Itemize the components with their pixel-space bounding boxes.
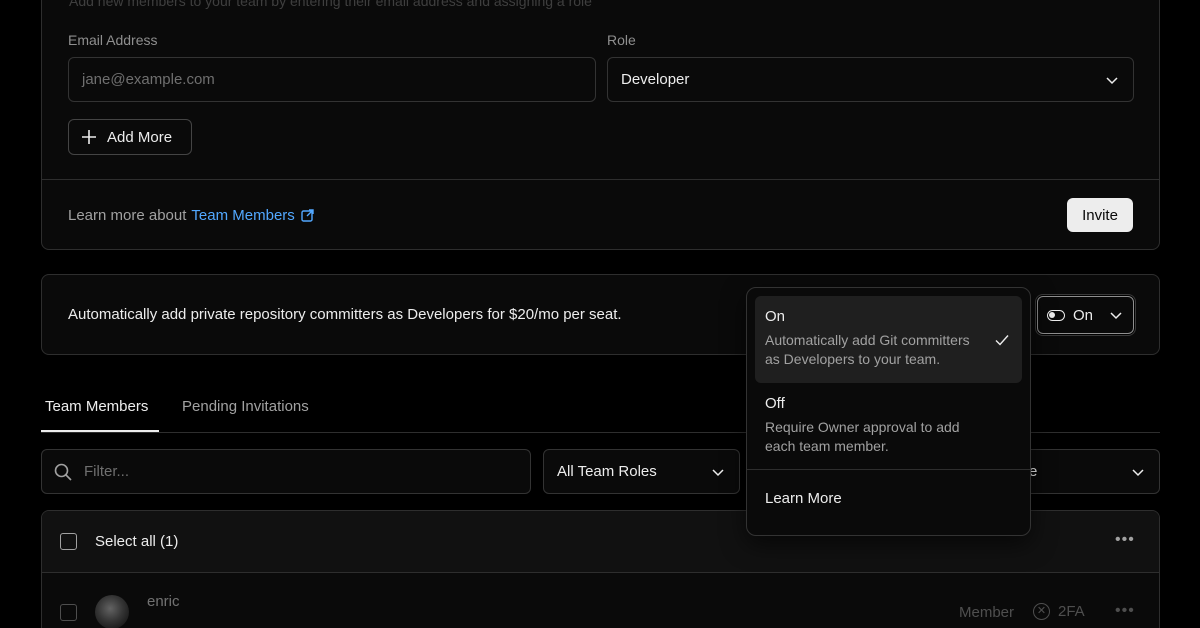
member-role: Member [959,604,1015,621]
chevron-down-icon [1130,464,1146,480]
search-icon [54,463,72,481]
chevron-down-icon [1104,72,1120,88]
role-label: Role [607,32,636,48]
member-name: enric [147,593,180,610]
add-more-button[interactable]: Add More [68,119,192,155]
active-tab-indicator [41,430,159,432]
menu-learn-more[interactable]: Learn More [755,470,1022,527]
toggle-value: On [1073,306,1094,324]
toggle-icon [1047,309,1065,321]
select-all-checkbox[interactable] [60,533,77,550]
team-members-link[interactable]: Team Members [191,206,314,224]
twofa-label: 2FA [1058,603,1085,620]
select-all-label: Select all (1) [95,533,179,550]
auto-add-dropdown-menu: On Automatically add Git committers as D… [746,287,1031,536]
role-select[interactable]: Developer [607,57,1134,102]
email-placeholder: jane@example.com [82,71,215,88]
filter-placeholder: Filter... [84,463,130,480]
auto-add-text: Automatically add private repository com… [68,306,622,323]
team-roles-value: All Team Roles [557,463,657,480]
invite-button[interactable]: Invite [1067,198,1133,232]
invite-description: Add new members to your team by entering… [69,0,592,9]
team-members-link-label: Team Members [191,206,295,224]
learn-prefix: Learn more about [68,206,187,224]
filter-input[interactable]: Filter... [41,449,531,494]
member-checkbox[interactable] [60,604,77,621]
more-icon[interactable]: ••• [1115,531,1135,549]
avatar [95,595,129,628]
external-link-icon [301,208,314,222]
chevron-down-icon [1108,307,1124,323]
team-roles-select[interactable]: All Team Roles [543,449,740,494]
auto-add-toggle-select[interactable]: On [1037,296,1134,334]
chevron-down-icon [710,464,726,480]
more-icon[interactable]: ••• [1115,602,1135,620]
tab-pending-invitations[interactable]: Pending Invitations [182,398,309,415]
email-label: Email Address [68,32,158,48]
role-value: Developer [621,71,690,88]
x-circle-icon: ✕ [1033,603,1050,620]
menu-option-off[interactable]: Off Require Owner approval to add each t… [755,383,1022,469]
invite-card: Add new members to your team by entering… [41,0,1160,250]
invite-footer: Learn more about Team Members Invite [42,179,1159,250]
menu-option-on[interactable]: On Automatically add Git committers as D… [755,296,1022,383]
option-off-title: Off [765,395,785,412]
option-on-description: Automatically add Git committers as Deve… [765,332,970,367]
plus-icon [81,129,97,145]
option-on-title: On [765,308,786,325]
check-icon [994,332,1010,348]
add-more-label: Add More [107,128,173,146]
learn-more-text: Learn more about Team Members [68,207,314,224]
option-off-description: Require Owner approval to add each team … [765,419,960,454]
twofa-status: ✕ 2FA [1033,603,1085,620]
table-row: enric Member ✕ 2FA ••• [42,573,1159,628]
tab-team-members[interactable]: Team Members [45,398,148,415]
email-field[interactable]: jane@example.com [68,57,596,102]
